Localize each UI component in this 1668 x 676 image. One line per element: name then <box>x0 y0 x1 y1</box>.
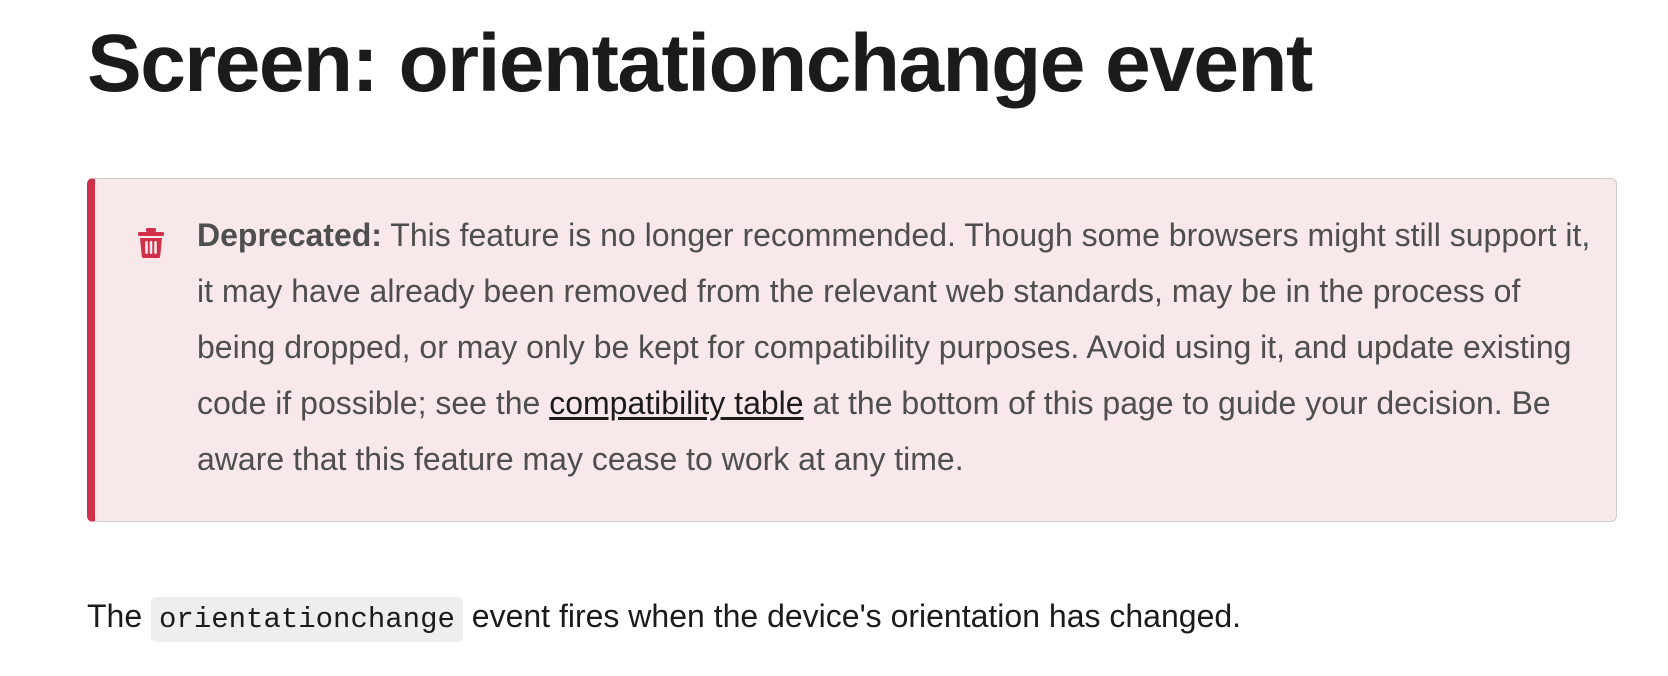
intro-text-start: The <box>87 598 152 634</box>
event-name-code: orientationchange <box>151 597 463 642</box>
trash-icon <box>137 227 165 259</box>
compatibility-table-link[interactable]: compatibility table <box>549 385 803 421</box>
deprecated-label: Deprecated: <box>197 217 382 253</box>
deprecation-notice: Deprecated: This feature is no longer re… <box>87 178 1617 522</box>
intro-paragraph: The orientationchange event fires when t… <box>87 588 1241 648</box>
page-title: Screen: orientationchange event <box>87 18 1313 109</box>
deprecation-message: Deprecated: This feature is no longer re… <box>197 207 1597 487</box>
intro-text-end: event fires when the device's orientatio… <box>462 598 1242 634</box>
